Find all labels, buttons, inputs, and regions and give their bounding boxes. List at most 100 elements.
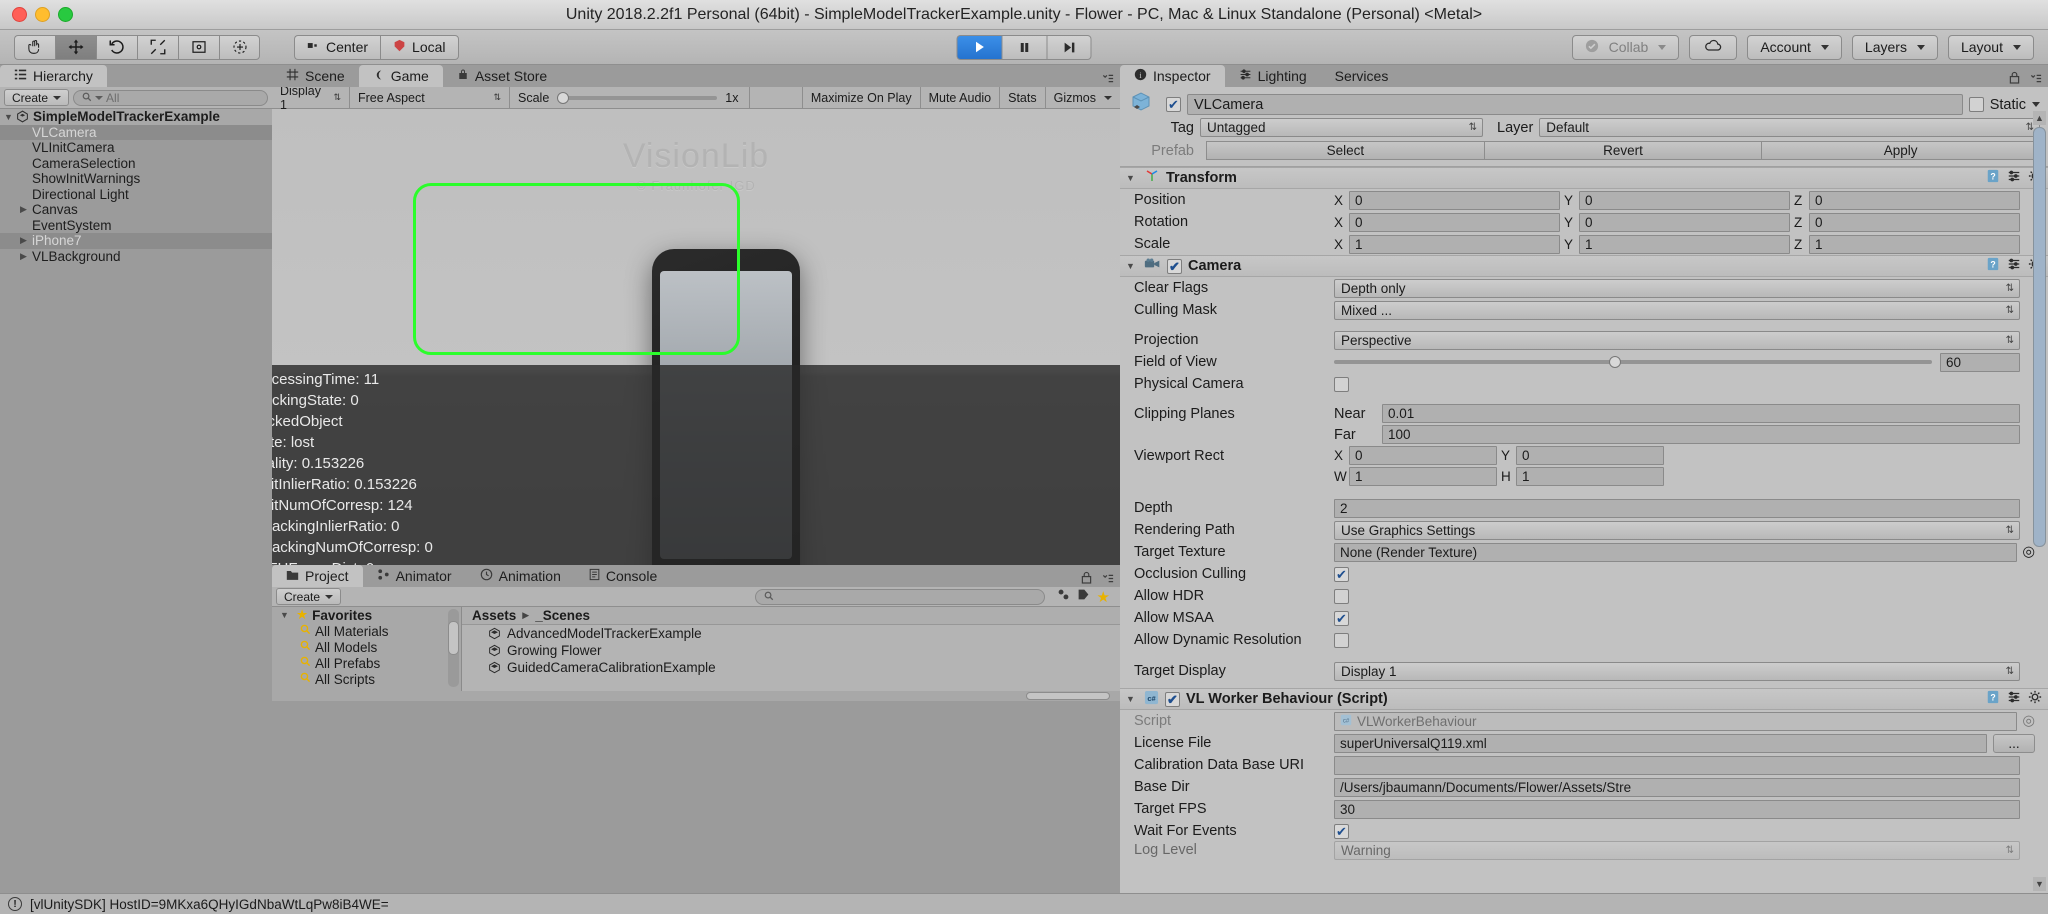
scale-slider[interactable] [557, 91, 718, 104]
favorite-item-all-models[interactable]: All Models [272, 639, 461, 655]
hierarchy-item-directional-light[interactable]: Directional Light [0, 187, 272, 203]
move-tool-button[interactable] [55, 34, 96, 60]
tab-inspector[interactable]: i Inspector [1120, 65, 1225, 87]
slider-knob[interactable] [557, 91, 570, 104]
culling-mask-dropdown[interactable]: Mixed ... [1334, 300, 2020, 320]
breadcrumb-segment[interactable]: _Scenes [535, 608, 590, 623]
allow-dynamic-resolution-checkbox[interactable] [1334, 632, 1349, 648]
rotate-tool-button[interactable] [96, 34, 137, 60]
transform-position-x-input[interactable]: 0 [1349, 190, 1560, 210]
project-create-button[interactable]: Create [276, 588, 342, 605]
object-name-input[interactable]: VLCamera [1187, 94, 1963, 115]
mute-audio-toggle[interactable]: Mute Audio [921, 86, 1001, 109]
panel-menu-icon[interactable] [2026, 73, 2042, 87]
game-view-tabbar[interactable]: Scene Game Asset Store [272, 65, 1120, 87]
display-dropdown[interactable]: Display 1 ⇅ [272, 84, 350, 112]
component-header-icons[interactable]: ? [1986, 690, 2042, 708]
space-mode-button[interactable]: Local [380, 34, 459, 60]
transform-tool-button[interactable] [219, 34, 260, 60]
camera-enabled-checkbox[interactable] [1167, 258, 1182, 274]
transform-rotation-z-input[interactable]: 0 [1809, 212, 2020, 232]
transform-position-z-input[interactable]: 0 [1809, 190, 2020, 210]
panel-menu-icon[interactable] [1098, 573, 1114, 587]
scroll-down-button[interactable]: ▼ [2033, 877, 2046, 891]
transform-component-header[interactable]: ▼ Transform ? [1120, 167, 2048, 189]
tag-dropdown[interactable]: Untagged [1200, 118, 1483, 137]
project-search-input[interactable] [754, 588, 1045, 605]
license-file-input[interactable]: superUniversalQ119.xml [1334, 733, 1987, 753]
help-icon[interactable]: ? [1986, 257, 2000, 275]
project-tree-scrollbar[interactable] [448, 609, 459, 687]
scale-slider-group[interactable]: Scale 1x [510, 86, 750, 109]
clear-flags-dropdown[interactable]: Depth only [1334, 278, 2020, 298]
target-fps-input[interactable]: 30 [1334, 799, 2020, 819]
maximize-on-play-toggle[interactable]: Maximize On Play [801, 86, 921, 109]
tab-services[interactable]: Services [1321, 65, 1403, 87]
hand-tool-button[interactable] [14, 34, 55, 60]
help-icon[interactable]: ? [1986, 690, 2000, 708]
cloud-button[interactable] [1689, 34, 1738, 60]
fov-slider[interactable] [1334, 356, 1932, 368]
step-button[interactable] [1046, 34, 1092, 60]
hierarchy-item-showinitwarnings[interactable]: ShowInitWarnings [0, 171, 272, 187]
near-input[interactable]: 0.01 [1382, 404, 2020, 423]
vl-worker-component-header[interactable]: ▼ c# VL Worker Behaviour (Script) ? [1120, 688, 2048, 710]
hierarchy-item-cameraselection[interactable]: CameraSelection [0, 156, 272, 172]
chevron-right-icon[interactable]: ▶ [20, 235, 32, 246]
collab-button[interactable]: Collab [1571, 34, 1680, 60]
object-enabled-checkbox[interactable] [1166, 97, 1181, 112]
favorites-list[interactable]: All Materials All Models All Prefabs All Sc… [272, 623, 461, 687]
calibration-uri-input[interactable] [1334, 755, 2020, 775]
layout-button[interactable]: Layout [1947, 34, 2034, 60]
inspector-scrollbar-thumb[interactable] [2033, 127, 2046, 547]
hierarchy-item-vlbackground[interactable]: ▶ VLBackground [0, 249, 272, 265]
preset-icon[interactable] [2007, 169, 2021, 187]
rendering-path-dropdown[interactable]: Use Graphics Settings [1334, 520, 2020, 540]
game-render-canvas[interactable]: VisionLib © Fraunhofer IGD processingTim… [272, 109, 1120, 587]
chevron-down-icon[interactable]: ▼ [1126, 261, 1138, 271]
scrollbar-thumb[interactable] [448, 621, 459, 655]
asset-list[interactable]: AdvancedModelTrackerExample Growing Flowe… [462, 625, 1120, 676]
tab-project[interactable]: Project [272, 565, 363, 587]
transform-tools-group[interactable] [14, 34, 260, 60]
transform-position-y-input[interactable]: 0 [1579, 190, 1790, 210]
inspector-tabbar[interactable]: i Inspector Lighting Services [1120, 65, 2048, 87]
project-filter-buttons[interactable]: ★ [1051, 588, 1116, 606]
tab-asset-store[interactable]: Asset Store [443, 65, 561, 87]
favorite-star-icon[interactable]: ★ [1097, 588, 1110, 606]
prefab-revert-button[interactable]: Revert [1484, 141, 1763, 160]
chevron-right-icon[interactable]: ▶ [20, 251, 32, 262]
base-dir-input[interactable]: /Users/jbaumann/Documents/Flower/Assets/… [1334, 777, 2020, 797]
hierarchy-item-canvas[interactable]: ▶ Canvas [0, 202, 272, 218]
scale-tool-button[interactable] [137, 34, 178, 60]
play-button[interactable] [956, 34, 1002, 60]
scroll-up-button[interactable]: ▲ [2033, 111, 2046, 125]
static-checkbox[interactable] [1968, 97, 1984, 112]
hierarchy-item-vlinitcamera[interactable]: VLInitCamera [0, 140, 272, 156]
viewport-x-input[interactable]: 0 [1349, 446, 1497, 465]
pause-button[interactable] [1001, 34, 1047, 60]
asset-item[interactable]: Growing Flower [462, 642, 1120, 659]
allow-msaa-checkbox[interactable] [1334, 610, 1349, 626]
slider-knob[interactable] [1609, 356, 1622, 368]
chevron-down-icon[interactable] [2032, 102, 2040, 107]
depth-input[interactable]: 2 [1334, 498, 2020, 518]
viewport-w-input[interactable]: 1 [1349, 467, 1497, 486]
asset-item[interactable]: GuidedCameraCalibrationExample [462, 659, 1120, 676]
hierarchy-item-simplemodeltrackerexample[interactable]: ▼ SimpleModelTrackerExample [0, 109, 272, 125]
hierarchy-create-button[interactable]: Create [4, 89, 70, 106]
breadcrumb[interactable]: Assets ▶ _Scenes [462, 607, 1120, 625]
gear-icon[interactable] [2028, 690, 2042, 708]
lock-icon[interactable] [1081, 571, 1092, 587]
object-picker-icon[interactable]: ◎ [2022, 544, 2035, 560]
object-picker-icon[interactable]: ◎ [2022, 713, 2035, 729]
vl-worker-enabled-checkbox[interactable] [1165, 691, 1180, 707]
tab-console[interactable]: Console [575, 565, 671, 587]
fov-input[interactable]: 60 [1940, 352, 2020, 372]
search-dropdown-icon[interactable] [95, 95, 104, 100]
status-bar[interactable]: ! [vlUnitySDK] HostID=9MKxa6QHyIGdNbaWtL… [0, 893, 2048, 914]
physical-camera-checkbox[interactable] [1334, 376, 1349, 392]
favorite-item-all-scripts[interactable]: All Scripts [272, 671, 461, 687]
preset-icon[interactable] [2007, 257, 2021, 275]
viewport-h-input[interactable]: 1 [1516, 467, 1664, 486]
